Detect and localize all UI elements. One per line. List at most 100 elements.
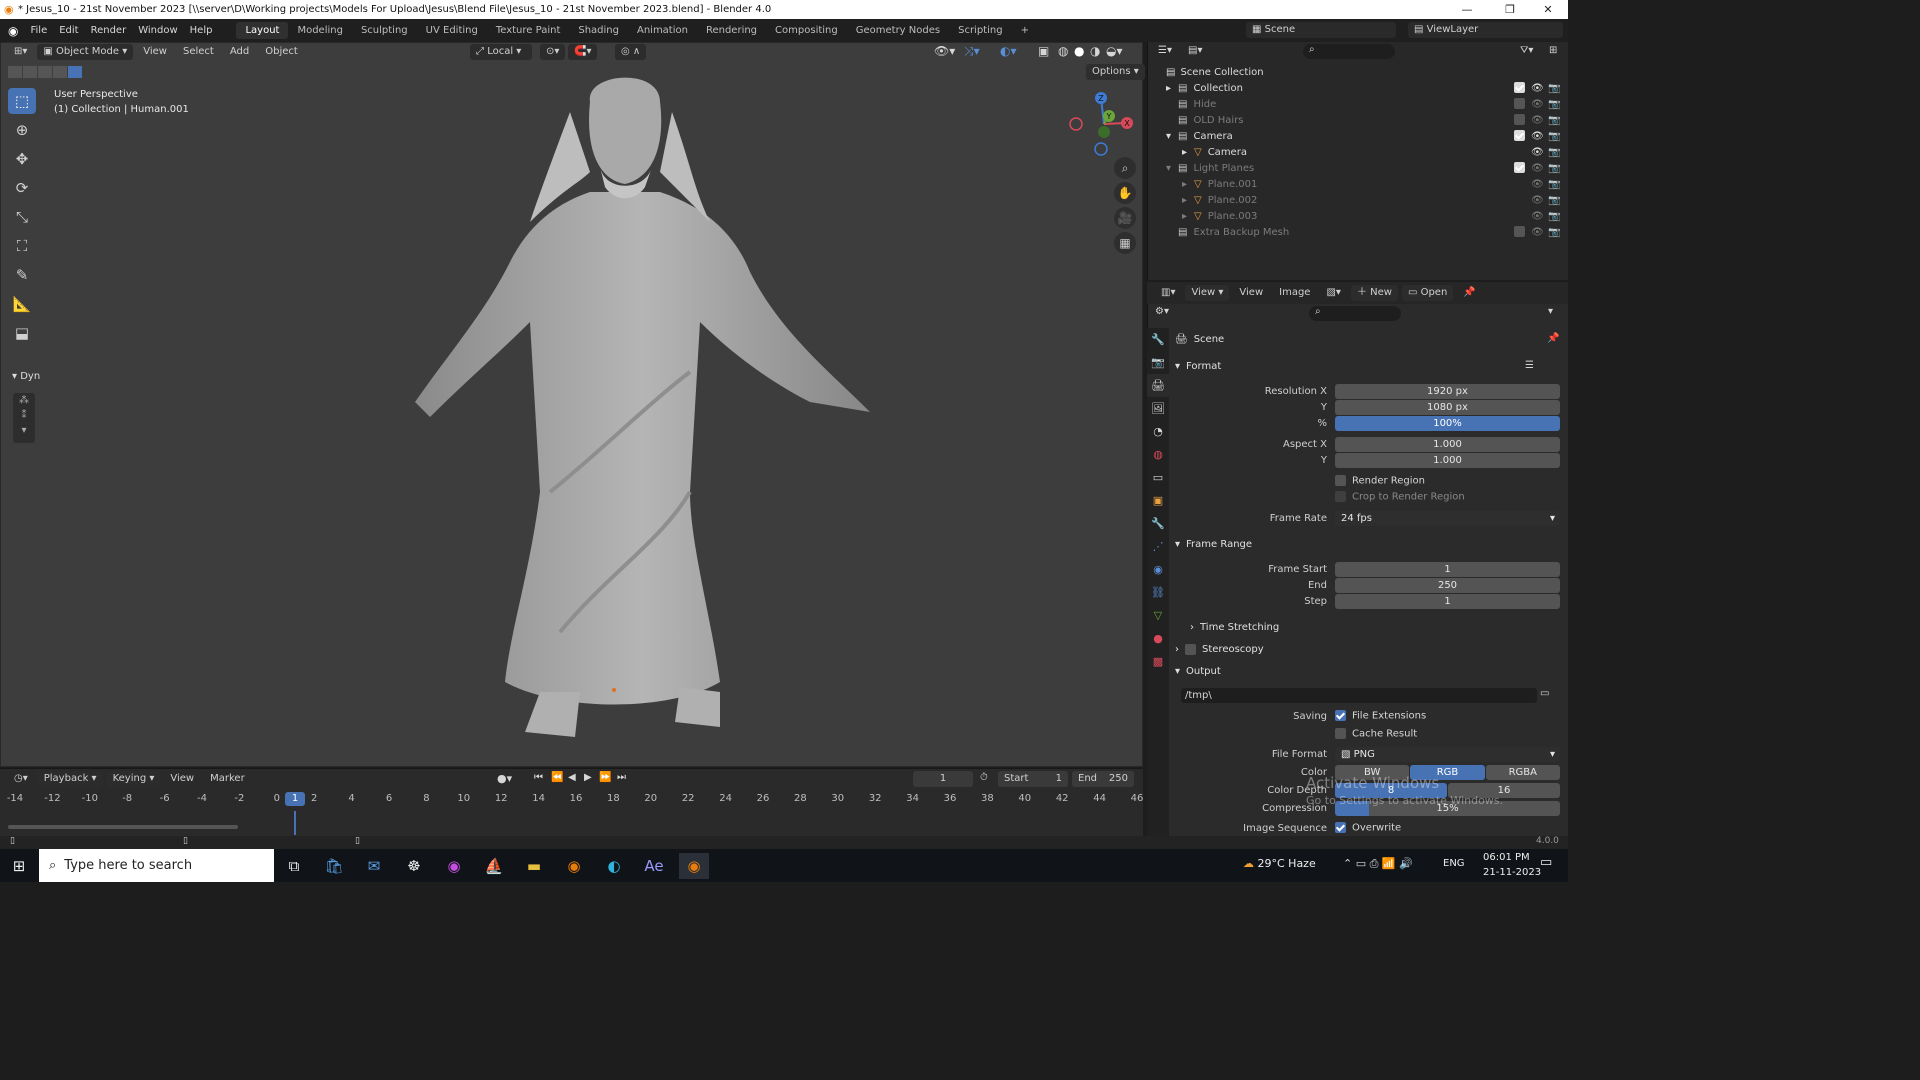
shading-wireframe-icon[interactable]: ◍: [1058, 44, 1068, 58]
menu-window[interactable]: Window: [132, 25, 183, 36]
outliner-row[interactable]: ▤ Extra Backup Mesh 👁 📷: [1148, 224, 1569, 240]
exclude-checkbox[interactable]: [1514, 162, 1525, 173]
modifier-tab-icon[interactable]: 🔧: [1147, 512, 1169, 535]
render-camera-icon[interactable]: 📷: [1548, 211, 1560, 222]
workspace-tab-geometry-nodes[interactable]: Geometry Nodes: [847, 22, 949, 39]
context-pin-icon[interactable]: 📌: [1547, 333, 1559, 344]
app-icon-2[interactable]: ◉: [439, 853, 469, 879]
object-tab-icon[interactable]: ▣: [1147, 489, 1169, 512]
open-image-button[interactable]: ▭ Open: [1401, 285, 1454, 301]
blender-menu-icon[interactable]: ◉: [8, 24, 18, 38]
workspace-tab-animation[interactable]: Animation: [628, 22, 697, 39]
visibility-icon[interactable]: 👁▾: [934, 44, 955, 58]
expand-arrow-icon[interactable]: ▸: [1166, 83, 1178, 94]
language-indicator[interactable]: ENG: [1443, 858, 1465, 869]
clock-time[interactable]: 06:01 PM: [1483, 852, 1530, 863]
properties-editor-type-icon[interactable]: ⚙▾: [1155, 306, 1169, 317]
add-cube-tool-icon[interactable]: ⬓: [8, 320, 36, 346]
exclude-checkbox[interactable]: [1514, 98, 1525, 109]
render-camera-icon[interactable]: 📷: [1548, 99, 1560, 110]
select-invert-icon[interactable]: [53, 66, 67, 78]
outliner-row[interactable]: ▤ OLD Hairs 👁 📷: [1148, 112, 1569, 128]
outliner-editor[interactable]: ☰▾ ▤▾ ⌕ ⛛▾ ⊞ ▤ Scene Collection ▸ ▤ Collec…: [1147, 42, 1568, 280]
file-explorer-icon[interactable]: ▬: [519, 853, 549, 879]
view-layer-tab-icon[interactable]: 🖼: [1147, 397, 1169, 420]
render-camera-icon[interactable]: 📷: [1548, 115, 1560, 126]
scene-selector[interactable]: ▦ Scene: [1246, 22, 1396, 38]
file-extensions-checkbox[interactable]: File Extensions: [1335, 710, 1426, 722]
new-image-button[interactable]: ＋ New: [1350, 285, 1398, 301]
viewport-menu-add[interactable]: Add: [224, 44, 255, 60]
axis-neg-z-icon[interactable]: [1094, 142, 1108, 156]
resolution-x-field[interactable]: 1920 px: [1335, 383, 1560, 399]
sculpted-figure-model[interactable]: [390, 72, 890, 752]
dyntopo-icon-panel[interactable]: ⁂ ⁑ ▾: [13, 393, 35, 443]
menu-help[interactable]: Help: [184, 25, 219, 36]
menu-edit[interactable]: Edit: [53, 25, 84, 36]
color-rgba-option[interactable]: RGBA: [1485, 764, 1560, 780]
clock-date[interactable]: 21-11-2023: [1483, 867, 1541, 878]
resolution-percent-field[interactable]: 100%: [1335, 415, 1560, 431]
frame-step-field[interactable]: 1: [1335, 593, 1560, 609]
timeline-playhead[interactable]: [294, 811, 296, 835]
selection-mode-buttons[interactable]: [8, 66, 82, 78]
outliner-scene-collection[interactable]: ▤ Scene Collection: [1148, 64, 1569, 80]
render-camera-icon[interactable]: 📷: [1548, 83, 1560, 94]
resolution-y-field[interactable]: 1080 px: [1335, 399, 1560, 415]
exclude-checkbox[interactable]: [1514, 114, 1525, 125]
menu-file[interactable]: File: [24, 25, 53, 36]
pivot-point-button[interactable]: ⊙▾: [540, 44, 566, 60]
expand-arrow-icon[interactable]: ▸: [1182, 147, 1194, 158]
render-tab-icon[interactable]: 📷: [1147, 351, 1169, 374]
gizmo-toggle-icon[interactable]: ⤨▾: [964, 44, 980, 59]
app-icon-1[interactable]: ☸: [399, 853, 429, 879]
new-collection-icon[interactable]: ⊞: [1549, 45, 1557, 56]
editor-type-button[interactable]: ⊞▾: [8, 44, 33, 60]
select-new-icon[interactable]: [8, 66, 22, 78]
frame-end-field[interactable]: 250: [1335, 577, 1560, 593]
snap-toggle-button[interactable]: 🧲▾: [568, 44, 598, 60]
add-workspace-button[interactable]: +: [1012, 22, 1038, 39]
proportional-edit-button[interactable]: ◎ ∧: [615, 44, 647, 60]
constraints-tab-icon[interactable]: ⛓: [1147, 581, 1169, 604]
pan-hand-icon[interactable]: ✋: [1114, 182, 1136, 204]
properties-search-input[interactable]: ⌕: [1309, 306, 1401, 321]
visibility-eye-icon[interactable]: 👁: [1531, 179, 1544, 190]
annotate-tool-icon[interactable]: ✎: [8, 262, 36, 288]
workspace-tab-texture-paint[interactable]: Texture Paint: [487, 22, 570, 39]
image-menu-view[interactable]: View: [1233, 285, 1269, 301]
shading-rendered-icon[interactable]: ◒▾: [1106, 44, 1123, 58]
outliner-row[interactable]: ▸ ▽ Plane.002 👁 📷: [1148, 192, 1569, 208]
workspace-tab-uv-editing[interactable]: UV Editing: [417, 22, 487, 39]
texture-tab-icon[interactable]: ▩: [1147, 650, 1169, 673]
render-camera-icon[interactable]: 📷: [1548, 163, 1560, 174]
format-presets-icon[interactable]: ☰: [1525, 360, 1534, 371]
visibility-eye-icon[interactable]: 👁: [1531, 227, 1544, 238]
overlay-toggle-icon[interactable]: ◐▾: [1000, 44, 1017, 58]
visibility-eye-icon[interactable]: 👁: [1531, 163, 1544, 174]
aspect-y-field[interactable]: 1.000: [1335, 452, 1560, 468]
visibility-eye-icon[interactable]: 👁: [1531, 147, 1544, 158]
notification-icon[interactable]: ▭: [1540, 855, 1552, 870]
image-menu-image[interactable]: Image: [1273, 285, 1316, 301]
viewport-menu-select[interactable]: Select: [177, 44, 220, 60]
mail-icon[interactable]: ✉: [359, 853, 389, 879]
expand-arrow-icon[interactable]: ▸: [1182, 179, 1194, 190]
workspace-tab-rendering[interactable]: Rendering: [697, 22, 766, 39]
render-camera-icon[interactable]: 📷: [1548, 131, 1560, 142]
xray-toggle-icon[interactable]: ▣: [1038, 44, 1049, 58]
frame-range-panel-header[interactable]: ▾ Frame Range: [1175, 535, 1560, 553]
workspace-tab-shading[interactable]: Shading: [569, 22, 628, 39]
render-region-checkbox[interactable]: Render Region: [1335, 475, 1425, 487]
pin-icon[interactable]: 📌: [1457, 285, 1481, 301]
scene-tab-icon[interactable]: ◔: [1147, 420, 1169, 443]
image-browse-icon[interactable]: ▧▾: [1320, 285, 1346, 301]
timeline-scrollbar[interactable]: [8, 825, 238, 829]
properties-options-icon[interactable]: ▾: [1548, 306, 1553, 317]
expand-arrow-icon[interactable]: ▸: [1182, 211, 1194, 222]
outliner-display-mode-icon[interactable]: ▤▾: [1188, 45, 1202, 56]
edge-browser-icon[interactable]: ◐: [599, 853, 629, 879]
tool-tab-icon[interactable]: 🔧: [1147, 328, 1169, 351]
taskbar-search-box[interactable]: ⌕ Type here to search: [39, 849, 274, 882]
blender-active-icon[interactable]: ◉: [679, 852, 709, 879]
